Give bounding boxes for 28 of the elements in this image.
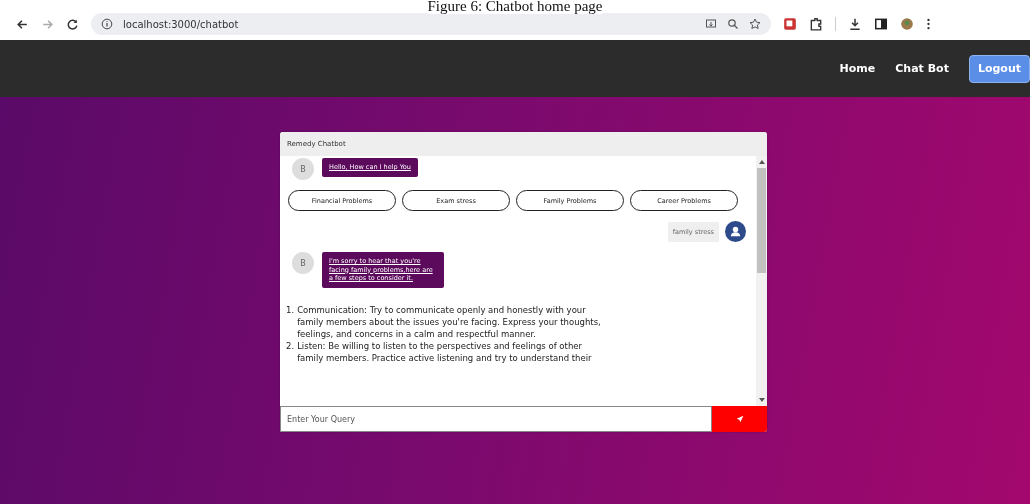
profile-icon[interactable]	[900, 17, 914, 31]
list-item-text: Communication: Try to communicate openly and honestly with your family members about the issues you're facing. Express your thoughts, feelings, and concerns in a calm and respectful manner.	[297, 303, 602, 340]
zoom-icon[interactable]	[727, 18, 739, 30]
scroll-up-icon[interactable]	[758, 160, 765, 164]
scroll-down-icon[interactable]	[758, 398, 765, 402]
puzzle-icon[interactable]	[809, 17, 823, 31]
bot-avatar: B	[292, 158, 314, 180]
download-icon[interactable]	[848, 17, 862, 31]
figure-caption: Figure 6: Chatbot home page	[427, 0, 603, 14]
side-panel-icon[interactable]	[874, 17, 888, 31]
star-icon[interactable]	[749, 18, 761, 30]
user-avatar-icon	[725, 221, 746, 242]
nav-link[interactable]: Chat Bot	[895, 62, 949, 75]
list-item-text: Listen: Be willing to listen to the perspectives and feelings of other family members. Practice active listening and try to understand their	[297, 339, 593, 364]
address-bar[interactable]: localhost:3000/chatbot	[91, 13, 771, 35]
back-icon[interactable]	[16, 17, 29, 31]
query-input[interactable]: Enter Your Query	[280, 406, 712, 432]
info-icon[interactable]	[101, 18, 113, 30]
send-icon	[735, 415, 744, 423]
list-number: 1.	[286, 303, 295, 317]
reload-icon[interactable]	[66, 17, 79, 31]
menu-icon[interactable]	[926, 17, 931, 31]
bot-avatar: B	[292, 252, 314, 274]
install-icon[interactable]	[705, 18, 717, 30]
nav-link[interactable]: Home	[839, 62, 876, 75]
extension-icon[interactable]	[783, 17, 797, 31]
list-number: 2.	[286, 339, 295, 353]
scrollbar[interactable]	[756, 156, 767, 406]
